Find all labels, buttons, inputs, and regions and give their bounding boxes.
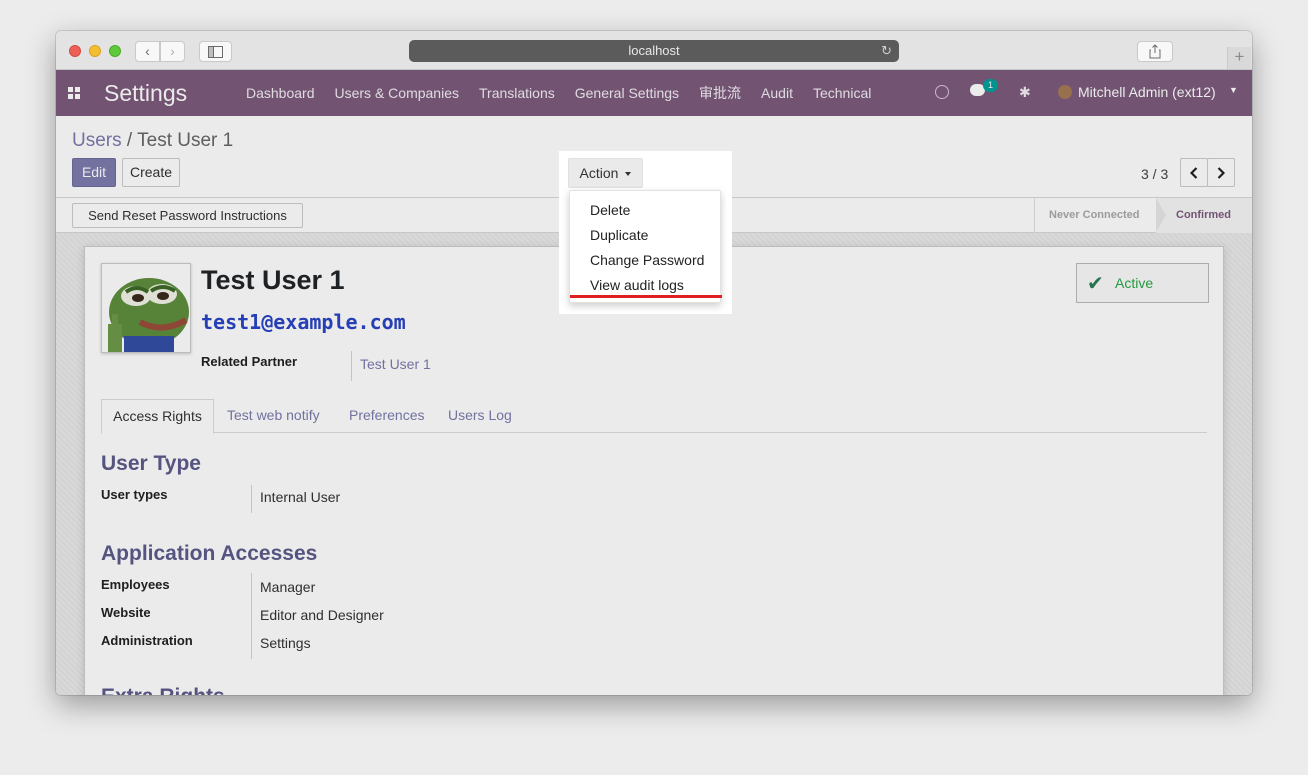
edit-button[interactable]: Edit xyxy=(72,158,116,187)
action-dropdown-button[interactable]: Action xyxy=(568,158,643,188)
menu-users-companies[interactable]: Users & Companies xyxy=(335,85,460,101)
menu-general-settings[interactable]: General Settings xyxy=(575,85,679,101)
extra-rights-section-title: Extra Rights xyxy=(101,685,225,695)
frog-avatar-image xyxy=(102,264,190,352)
chevron-right-icon: › xyxy=(170,43,175,59)
menu-translations[interactable]: Translations xyxy=(479,85,555,101)
minimize-window-icon[interactable] xyxy=(89,45,101,57)
caret-down-icon xyxy=(625,172,632,177)
url-text: localhost xyxy=(628,43,680,58)
tab-preferences[interactable]: Preferences xyxy=(349,399,424,433)
action-delete[interactable]: Delete xyxy=(590,202,630,218)
browser-window: ‹ › localhost ↻ + Settings Dashboard Use… xyxy=(56,31,1252,695)
field-separator xyxy=(251,485,252,513)
active-toggle-button[interactable]: ✔ Active xyxy=(1076,263,1209,303)
main-menu: Dashboard Users & Companies Translations… xyxy=(236,70,881,116)
stage-confirmed: Confirmed xyxy=(1156,198,1252,233)
user-email-login[interactable]: test1@example.com xyxy=(201,310,406,334)
stage-never-connected: Never Connected xyxy=(1034,198,1156,233)
reload-icon[interactable]: ↻ xyxy=(881,40,892,62)
field-separator xyxy=(251,573,252,659)
main-navbar: Settings Dashboard Users & Companies Tra… xyxy=(56,70,1252,116)
action-dropdown-menu: Delete Duplicate Change Password View au… xyxy=(569,190,722,303)
menu-dashboard[interactable]: Dashboard xyxy=(246,85,315,101)
browser-titlebar: ‹ › localhost ↻ + xyxy=(56,31,1252,217)
maximize-window-icon[interactable] xyxy=(109,45,121,57)
user-name-title[interactable]: Test User 1 xyxy=(201,265,345,296)
forward-button[interactable]: › xyxy=(160,41,185,62)
menu-technical[interactable]: Technical xyxy=(813,85,871,101)
sidebar-icon xyxy=(208,46,223,58)
caret-down-icon[interactable]: ▼ xyxy=(1229,85,1238,95)
administration-label: Administration xyxy=(101,633,193,648)
create-button[interactable]: Create xyxy=(122,158,180,187)
menu-audit[interactable]: Audit xyxy=(761,85,793,101)
chevron-left-icon xyxy=(1189,167,1198,179)
action-menu-highlight: Action Delete Duplicate Change Password … xyxy=(559,151,732,314)
close-window-icon[interactable] xyxy=(69,45,81,57)
user-photo[interactable] xyxy=(101,263,191,353)
website-value[interactable]: Editor and Designer xyxy=(260,607,384,623)
pager-next-button[interactable] xyxy=(1207,158,1235,187)
user-types-value[interactable]: Internal User xyxy=(260,489,340,505)
administration-value[interactable]: Settings xyxy=(260,635,311,651)
tab-access-rights[interactable]: Access Rights xyxy=(101,399,214,434)
breadcrumb-separator: / xyxy=(126,130,133,151)
action-view-audit-logs[interactable]: View audit logs xyxy=(590,277,684,293)
related-partner-link[interactable]: Test User 1 xyxy=(360,356,431,372)
breadcrumb-current: Test User 1 xyxy=(137,130,234,151)
action-change-password[interactable]: Change Password xyxy=(590,252,704,268)
activity-clock-icon[interactable] xyxy=(935,85,949,99)
chevron-left-icon: ‹ xyxy=(145,43,150,59)
action-label: Action xyxy=(579,165,619,181)
active-label: Active xyxy=(1115,275,1154,291)
field-separator xyxy=(351,351,352,381)
plus-icon: + xyxy=(1234,47,1245,66)
user-type-section-title: User Type xyxy=(101,452,201,475)
chevron-right-icon xyxy=(1217,167,1226,179)
user-avatar[interactable] xyxy=(1058,85,1072,99)
sidebar-toggle-button[interactable] xyxy=(199,41,232,62)
apps-grid-icon[interactable] xyxy=(68,87,80,99)
employees-label: Employees xyxy=(101,577,170,592)
action-duplicate[interactable]: Duplicate xyxy=(590,227,648,243)
breadcrumb: Users / Test User 1 xyxy=(72,130,233,152)
chat-count-badge: 1 xyxy=(983,79,998,92)
tab-users-log[interactable]: Users Log xyxy=(448,399,512,433)
related-partner-label: Related Partner xyxy=(201,354,298,369)
user-types-label: User types xyxy=(101,487,168,502)
application-accesses-section-title: Application Accesses xyxy=(101,542,318,565)
check-icon: ✔ xyxy=(1087,273,1104,295)
stage-arrow xyxy=(1156,198,1166,232)
share-button[interactable] xyxy=(1137,41,1173,62)
send-reset-password-button[interactable]: Send Reset Password Instructions xyxy=(72,203,303,228)
back-button[interactable]: ‹ xyxy=(135,41,160,62)
share-icon xyxy=(1149,44,1161,59)
tab-test-web-notify[interactable]: Test web notify xyxy=(227,399,320,433)
menu-approval-flow[interactable]: 审批流 xyxy=(699,83,741,103)
debug-bug-icon[interactable]: ✱ xyxy=(1019,84,1031,101)
employees-value[interactable]: Manager xyxy=(260,579,315,595)
red-underline-annotation xyxy=(570,295,722,298)
user-menu[interactable]: Mitchell Admin (ext12) xyxy=(1078,84,1216,100)
website-label: Website xyxy=(101,605,151,620)
app-title: Settings xyxy=(104,80,188,106)
pager-previous-button[interactable] xyxy=(1180,158,1208,187)
new-tab-button[interactable]: + xyxy=(1227,47,1251,69)
pager-value[interactable]: 3 / 3 xyxy=(1141,166,1168,182)
form-tabs: Access Rights Test web notify Preference… xyxy=(101,399,1207,434)
breadcrumb-users-link[interactable]: Users xyxy=(72,130,122,151)
address-bar[interactable]: localhost ↻ xyxy=(409,40,899,62)
